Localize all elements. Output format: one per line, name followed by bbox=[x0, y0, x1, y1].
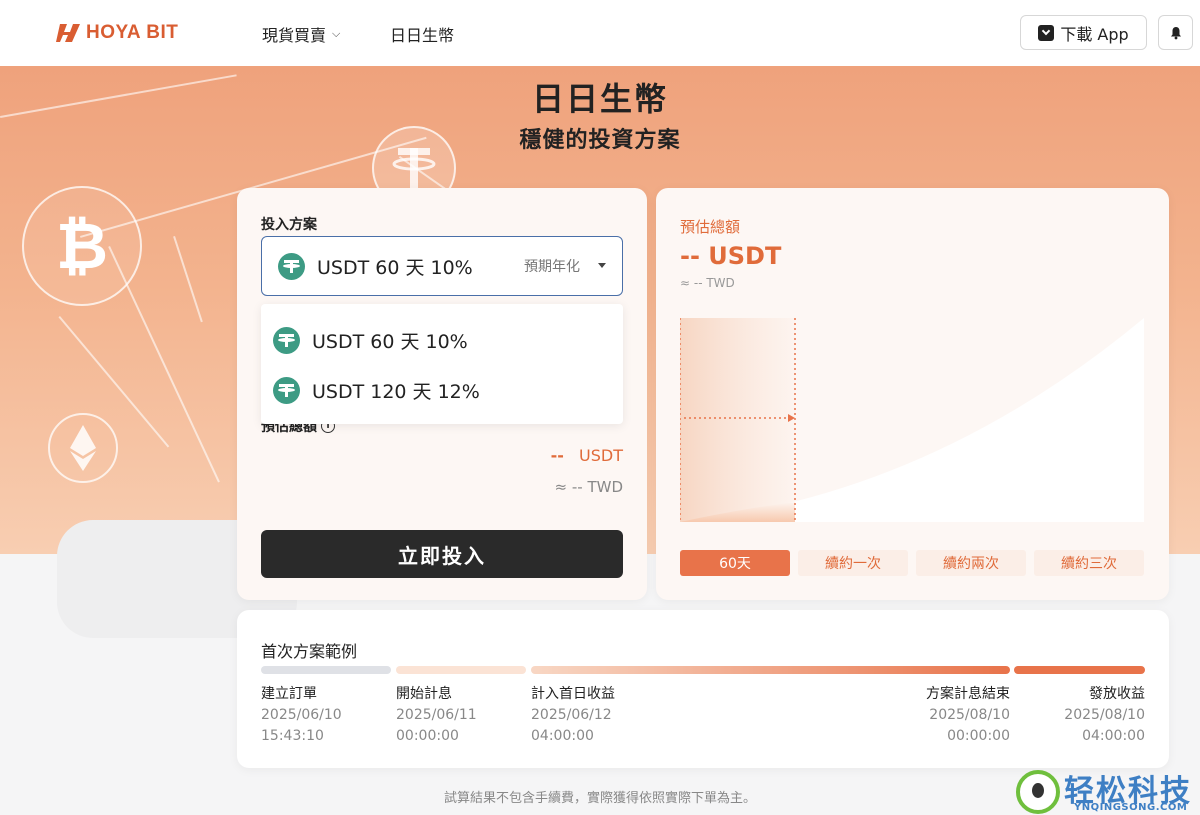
invest-now-button[interactable]: 立即投入 bbox=[261, 530, 623, 578]
plan-dropdown-menu: USDT 60 天 10% USDT 120 天 12% bbox=[261, 304, 623, 424]
step-time: 00:00:00 bbox=[947, 728, 1010, 744]
plan-label: 投入方案 bbox=[261, 217, 317, 233]
tab-renew-twice[interactable]: 續約兩次 bbox=[916, 550, 1026, 576]
brand-logo[interactable]: HOYA BIT bbox=[56, 20, 178, 46]
estimate-usdt-unit: USDT bbox=[579, 446, 623, 465]
step-time: 15:43:10 bbox=[261, 728, 324, 744]
plan-card: 投入方案 USDT 60 天 10% 預期年化 USDT 60 天 10% US… bbox=[237, 188, 647, 600]
timeline-bar-segment bbox=[396, 666, 526, 674]
plan-option[interactable]: USDT 120 天 12% bbox=[273, 370, 480, 410]
step-date: 2025/08/10 bbox=[929, 707, 1010, 723]
selected-plan-text: USDT 60 天 10% bbox=[317, 256, 473, 279]
usdt-coin-icon bbox=[273, 376, 300, 404]
step-date: 2025/08/10 bbox=[1064, 707, 1145, 723]
logo-mark-icon bbox=[56, 24, 80, 42]
plan-option-label: USDT 120 天 12% bbox=[312, 380, 480, 403]
step-label: 發放收益 bbox=[1089, 686, 1145, 702]
tab-renew-once[interactable]: 續約一次 bbox=[798, 550, 908, 576]
estimate-card: 預估總額 -- USDT ≈ -- TWD 60天 續約一次 續約兩次 續約三次 bbox=[656, 188, 1169, 600]
timeline-step: 建立訂單 2025/06/10 15:43:10 bbox=[261, 684, 342, 747]
timeline-step: 計入首日收益 2025/06/12 04:00:00 bbox=[531, 684, 615, 747]
timeline-step: 發放收益 2025/08/10 04:00:00 bbox=[1064, 684, 1145, 747]
usdt-coin-icon bbox=[278, 252, 305, 280]
tab-renew-thrice[interactable]: 續約三次 bbox=[1034, 550, 1144, 576]
estimate-card-label: 預估總額 bbox=[680, 218, 741, 236]
watermark: 轻松科技 YNQINGSONG.COM bbox=[1016, 766, 1200, 815]
step-label: 計入首日收益 bbox=[531, 686, 615, 702]
tab-60-days[interactable]: 60天 bbox=[680, 550, 790, 576]
step-time: 04:00:00 bbox=[531, 728, 594, 744]
timeline-card: 首次方案範例 建立訂單 2025/06/10 15:43:10 開始計息 202… bbox=[237, 610, 1169, 768]
growth-chart bbox=[680, 318, 1144, 522]
plan-option[interactable]: USDT 60 天 10% bbox=[273, 320, 468, 360]
download-app-label: 下載 App bbox=[1060, 24, 1129, 44]
timeline-step: 開始計息 2025/06/11 00:00:00 bbox=[396, 684, 477, 747]
bitcoin-icon: ₿ bbox=[22, 186, 142, 306]
bell-icon bbox=[1170, 26, 1181, 39]
chart-period-band bbox=[680, 318, 795, 522]
step-time: 04:00:00 bbox=[1082, 728, 1145, 744]
timeline-bar-segment bbox=[531, 666, 1010, 674]
timeline-bar-segment bbox=[1014, 666, 1145, 674]
nav-spot-trading-label: 現貨買賣 bbox=[262, 26, 327, 45]
download-app-button[interactable]: 下載 App bbox=[1020, 15, 1147, 50]
svg-text:₿: ₿ bbox=[56, 210, 108, 284]
plan-option-label: USDT 60 天 10% bbox=[312, 330, 468, 353]
estimate-usdt-value: -- bbox=[550, 446, 564, 465]
caret-down-icon bbox=[598, 263, 606, 268]
watermark-url: YNQINGSONG.COM bbox=[1074, 802, 1188, 813]
deco-line bbox=[173, 236, 203, 323]
estimate-card-twd: ≈ -- TWD bbox=[680, 276, 735, 290]
top-navbar: HOYA BIT 現貨買賣 ⌵ 日日生幣 下載 App bbox=[0, 0, 1200, 66]
estimate-twd: ≈ -- TWD bbox=[554, 478, 623, 496]
download-icon bbox=[1038, 24, 1055, 41]
logo-text: HOYA BIT bbox=[86, 22, 179, 43]
timeline-title: 首次方案範例 bbox=[261, 642, 358, 661]
step-label: 開始計息 bbox=[396, 686, 452, 702]
page-title: 日日生幣 bbox=[531, 80, 668, 118]
notification-button[interactable] bbox=[1158, 15, 1193, 50]
watermark-logo-icon bbox=[1016, 770, 1060, 814]
timeline-step: 方案計息結束 2025/08/10 00:00:00 bbox=[926, 684, 1010, 747]
step-time: 00:00:00 bbox=[396, 728, 459, 744]
usdt-coin-icon bbox=[273, 326, 300, 354]
step-date: 2025/06/11 bbox=[396, 707, 477, 723]
step-date: 2025/06/10 bbox=[261, 707, 342, 723]
renewal-tabs: 60天 續約一次 續約兩次 續約三次 bbox=[680, 550, 1144, 576]
timeline-bar-segment bbox=[261, 666, 391, 674]
nav-daily-earn[interactable]: 日日生幣 bbox=[390, 22, 454, 46]
step-date: 2025/06/12 bbox=[531, 707, 612, 723]
step-label: 方案計息結束 bbox=[926, 686, 1010, 702]
plan-select[interactable]: USDT 60 天 10% 預期年化 bbox=[261, 236, 623, 296]
nav-daily-earn-label: 日日生幣 bbox=[390, 26, 455, 45]
nav-spot-trading[interactable]: 現貨買賣 ⌵ bbox=[262, 22, 340, 46]
estimate-card-value: -- USDT bbox=[680, 242, 782, 270]
step-label: 建立訂單 bbox=[261, 686, 317, 702]
estimate-usdt: -- USDT bbox=[551, 446, 623, 465]
ethereum-icon bbox=[48, 413, 118, 483]
chevron-down-icon: ⌵ bbox=[332, 27, 341, 40]
page-subtitle: 穩健的投資方案 bbox=[519, 128, 681, 153]
annual-yield-hint: 預期年化 bbox=[524, 259, 580, 275]
